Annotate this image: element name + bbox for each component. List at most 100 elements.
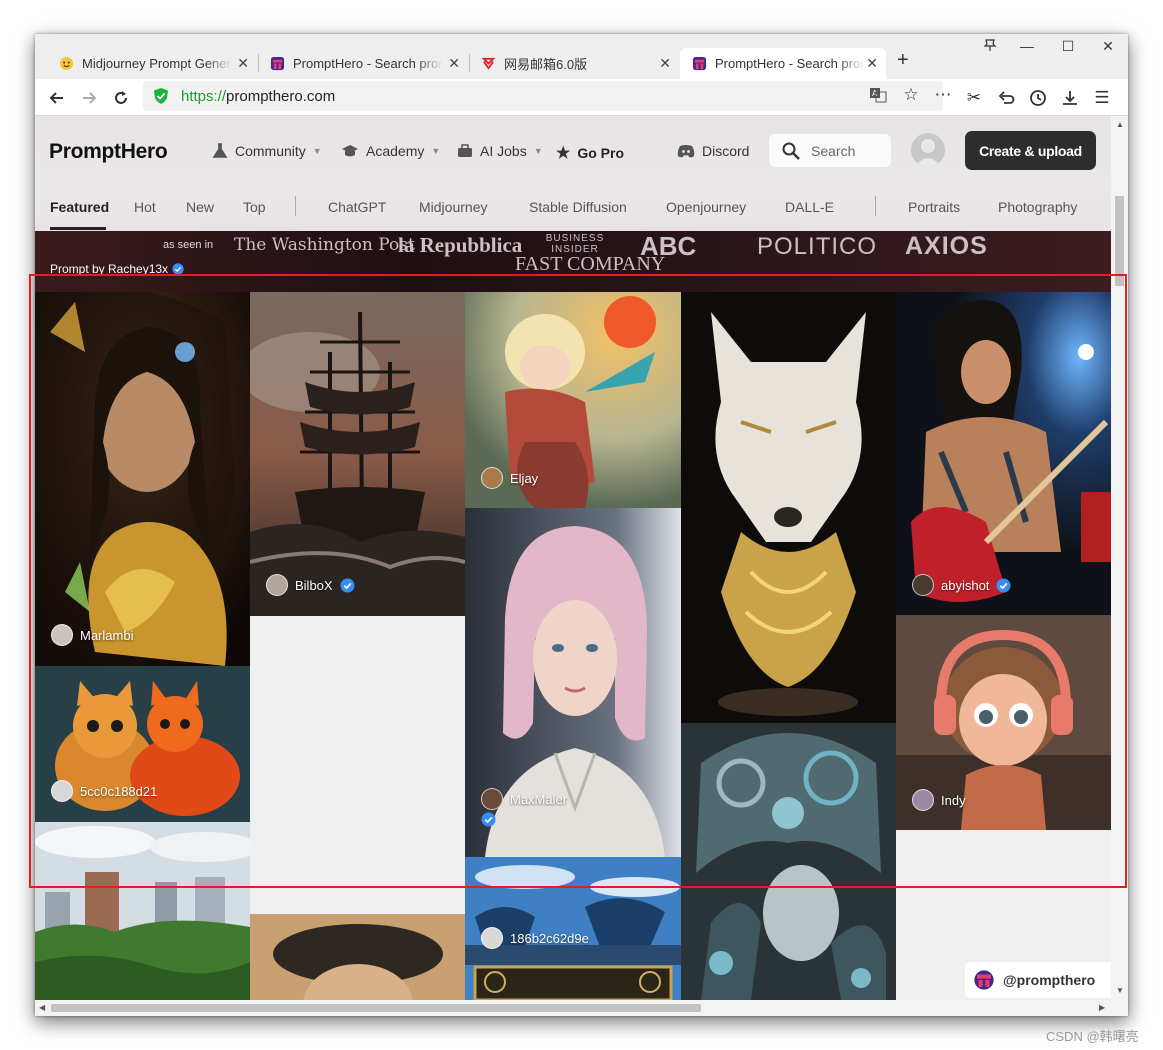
back-arrow-icon[interactable] <box>44 85 70 111</box>
press-logo: The Washington Post <box>234 235 415 255</box>
pin-icon[interactable] <box>975 38 1005 55</box>
press-logo: BUSINESS INSIDER <box>545 233 605 255</box>
maximize-button[interactable]: ☐ <box>1053 38 1083 55</box>
horizontal-scrollbar[interactable]: ◀ ▶ <box>35 1000 1128 1016</box>
download-icon[interactable] <box>1057 85 1083 111</box>
tab-chatgpt[interactable]: ChatGPT <box>328 199 386 215</box>
graduation-cap-icon <box>342 145 358 157</box>
tab-new[interactable]: New <box>186 199 214 215</box>
prompthero-handle-badge[interactable]: @prompthero <box>965 962 1111 998</box>
prompthero-icon <box>692 56 707 71</box>
nav-community[interactable]: Community ▼ <box>212 143 322 159</box>
scrollbar-thumb[interactable] <box>51 1004 701 1012</box>
tab-stable-diffusion[interactable]: Stable Diffusion <box>529 199 627 215</box>
prompthero-icon <box>270 56 285 71</box>
site-logo[interactable]: PromptHero <box>49 140 168 164</box>
close-tab-icon[interactable]: ✕ <box>659 55 671 72</box>
category-divider <box>875 196 876 216</box>
chevron-down-icon: ▼ <box>312 146 322 156</box>
as-seen-in-label: as seen in <box>163 239 214 251</box>
star-bookmark-icon[interactable]: ☆ <box>898 82 924 108</box>
history-clock-icon[interactable] <box>1025 85 1051 111</box>
search-icon <box>782 142 800 160</box>
tab-title: Midjourney Prompt Generator <box>82 56 232 71</box>
gallery-card-beret-portrait[interactable] <box>250 914 465 1000</box>
close-tab-icon[interactable]: ✕ <box>866 55 878 72</box>
tab-top[interactable]: Top <box>243 199 266 215</box>
discord-icon <box>677 145 695 158</box>
url-host: prompthero.com <box>226 88 336 105</box>
avatar <box>481 927 503 949</box>
search-placeholder: Search <box>811 142 856 159</box>
site-header: PromptHero Community ▼ Academy ▼ AI Jobs ▼ … <box>35 116 1111 231</box>
translate-icon[interactable]: A <box>865 82 891 108</box>
press-logo: la Repubblica <box>398 233 523 257</box>
star-icon: ★ <box>556 145 571 162</box>
scroll-down-icon[interactable]: ▼ <box>1116 986 1124 995</box>
card-author[interactable]: 186b2c62d9e <box>481 927 589 949</box>
nav-label: Community <box>235 143 306 159</box>
avatar[interactable] <box>911 133 945 167</box>
reload-icon[interactable] <box>108 85 134 111</box>
nav-label: Discord <box>702 143 750 159</box>
beret-portrait-image <box>250 914 465 1000</box>
tab-title: PromptHero - Search prompts <box>715 56 865 71</box>
search-input[interactable]: Search <box>769 134 891 167</box>
csdn-watermark: CSDN @韩曙亮 <box>1046 1029 1139 1044</box>
tab-photography[interactable]: Photography <box>998 199 1077 215</box>
tab-prompthero-active[interactable]: PromptHero - Search prompts ✕ <box>680 48 886 79</box>
press-logo: POLITICO <box>757 233 878 260</box>
active-tab-indicator <box>50 227 106 230</box>
tab-netease-mail[interactable]: 网易邮箱6.0版 ✕ <box>469 48 679 79</box>
nav-ai-jobs[interactable]: AI Jobs ▼ <box>457 143 543 159</box>
tab-title: 网易邮箱6.0版 <box>504 57 588 72</box>
category-divider <box>295 196 296 216</box>
scissors-icon[interactable]: ✂ <box>961 85 987 111</box>
nav-go-pro[interactable]: ★ Go Pro <box>556 143 624 163</box>
chevron-down-icon: ▼ <box>533 146 543 156</box>
briefcase-icon <box>458 144 472 157</box>
prompthero-icon <box>974 970 994 990</box>
tab-portraits[interactable]: Portraits <box>908 199 960 215</box>
nav-academy[interactable]: Academy ▼ <box>341 143 440 159</box>
svg-text:A: A <box>872 89 878 98</box>
scroll-left-icon[interactable]: ◀ <box>39 1003 45 1012</box>
scrollbar-thumb[interactable] <box>1115 196 1124 286</box>
new-tab-button[interactable]: + <box>897 49 909 72</box>
close-window-button[interactable]: ✕ <box>1093 38 1123 55</box>
tab-featured[interactable]: Featured <box>50 199 109 215</box>
tab-dall-e[interactable]: DALL-E <box>785 199 834 215</box>
create-upload-button[interactable]: Create & upload <box>965 131 1096 170</box>
press-logo: AXIOS <box>905 232 988 260</box>
url-scheme: https:// <box>181 88 227 105</box>
nav-discord[interactable]: Discord <box>677 143 749 159</box>
tab-midjourney-prompt-generator[interactable]: Midjourney Prompt Generator ✕ <box>47 48 257 79</box>
shield-icon <box>154 88 168 104</box>
tab-prompthero-1[interactable]: PromptHero - Search prompts ✕ <box>258 48 468 79</box>
minimize-button[interactable]: — <box>1012 38 1042 54</box>
browser-toolbar: https://prompthero.com A ☆ ⋯ ✂ ☰ <box>35 79 1128 116</box>
tab-hot[interactable]: Hot <box>134 199 156 215</box>
close-tab-icon[interactable]: ✕ <box>237 55 249 72</box>
url-text: https://prompthero.com <box>181 88 335 105</box>
menu-icon[interactable]: ☰ <box>1089 85 1115 111</box>
nav-label: Go Pro <box>577 145 625 161</box>
handle-text: @prompthero <box>1003 972 1096 988</box>
scroll-right-icon[interactable]: ▶ <box>1099 1003 1105 1012</box>
close-tab-icon[interactable]: ✕ <box>448 55 460 72</box>
scroll-up-icon[interactable]: ▲ <box>1116 120 1124 129</box>
tab-openjourney[interactable]: Openjourney <box>666 199 746 215</box>
press-logo: ABC <box>640 231 697 261</box>
more-icon[interactable]: ⋯ <box>930 82 956 108</box>
undo-icon[interactable] <box>993 85 1019 111</box>
flask-icon <box>212 143 228 158</box>
nav-label: Academy <box>366 143 425 159</box>
netease-icon <box>481 56 496 71</box>
highlight-annotation-box <box>29 274 1127 888</box>
tab-midjourney[interactable]: Midjourney <box>419 199 487 215</box>
address-bar[interactable]: https://prompthero.com A ☆ ⋯ <box>143 81 952 111</box>
chevron-down-icon: ▼ <box>431 146 441 156</box>
author-name: 186b2c62d9e <box>510 930 589 946</box>
forward-arrow-icon[interactable] <box>76 85 102 111</box>
nav-label: AI Jobs <box>480 143 527 159</box>
